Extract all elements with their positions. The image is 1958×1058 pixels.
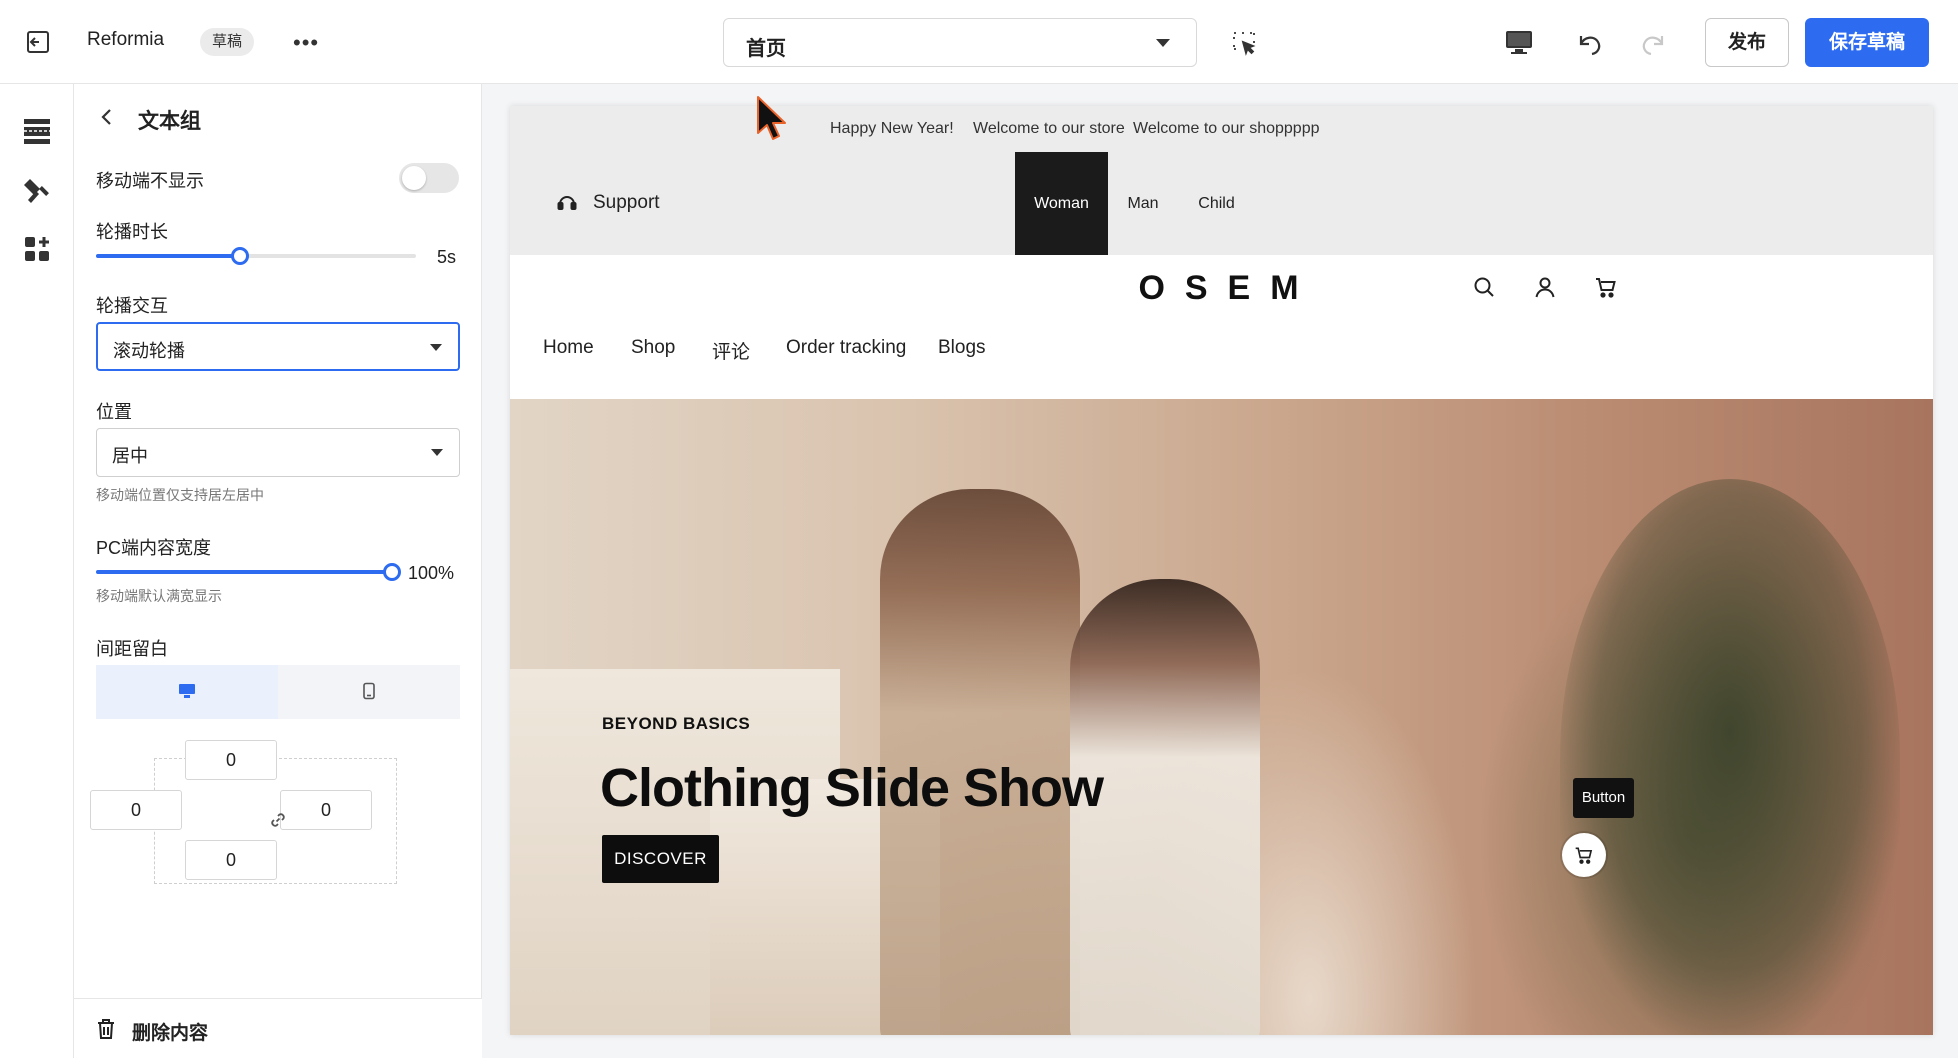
slider-fill	[96, 570, 392, 574]
spacing-right-input[interactable]: 0	[280, 790, 372, 830]
carousel-interaction-label: 轮播交互	[96, 296, 168, 316]
mouse-cursor-icon	[757, 96, 786, 140]
hero-title: Clothing Slide Show	[600, 758, 1104, 818]
redo-icon[interactable]	[1638, 26, 1670, 58]
menu-item-blogs[interactable]: Blogs	[938, 337, 986, 359]
carousel-duration-slider[interactable]	[96, 247, 416, 265]
hero-kicker: BEYOND BASICS	[602, 714, 751, 733]
draft-badge: 草稿	[200, 28, 255, 56]
gender-tab-man[interactable]: Man	[1108, 152, 1178, 255]
apps-add-icon[interactable]	[22, 234, 52, 264]
theme-brush-icon[interactable]	[22, 176, 52, 206]
save-draft-button[interactable]: 保存草稿	[1805, 18, 1929, 67]
spacing-bottom-input[interactable]: 0	[185, 840, 277, 880]
menu-item-order-tracking[interactable]: Order tracking	[786, 337, 906, 359]
carousel-duration-value: 5s	[437, 247, 457, 267]
floating-cart-button[interactable]	[1562, 833, 1606, 877]
top-bar: Reformia 草稿 ••• 首页 发布 保存草稿	[0, 0, 1958, 84]
hide-on-mobile-toggle[interactable]	[399, 163, 459, 193]
support-link[interactable]: Support	[593, 192, 660, 214]
page-selector[interactable]: 首页	[723, 18, 1197, 67]
support-icon	[557, 196, 577, 210]
announcement-item: Welcome to our shoppppp	[1133, 120, 1320, 137]
settings-panel: 文本组 移动端不显示 轮播时长 5s 轮播交互 滚动轮播 位置 居中 移动端位置…	[74, 84, 482, 1058]
site-logo[interactable]: OSEM	[510, 269, 1933, 308]
delete-content-label: 删除内容	[132, 1023, 209, 1044]
menu-item-reviews[interactable]: 评论	[712, 337, 750, 364]
floating-button[interactable]: Button	[1573, 778, 1634, 818]
discover-button[interactable]: DISCOVER	[602, 835, 719, 883]
account-icon[interactable]	[1533, 275, 1557, 299]
carousel-interaction-value: 滚动轮播	[113, 341, 185, 361]
position-value: 居中	[112, 446, 148, 466]
chevron-down-icon	[1156, 39, 1170, 47]
top-navigation: Support Woman Man Child	[510, 152, 1933, 255]
pc-width-slider[interactable]	[96, 563, 401, 581]
panel-title: 文本组	[138, 110, 201, 133]
site-header: OSEM Home Shop 评论 Order tracking Blogs	[510, 255, 1933, 399]
exit-editor-icon[interactable]	[24, 28, 52, 56]
page-selector-value: 首页	[746, 38, 786, 60]
pc-width-label: PC端内容宽度	[96, 538, 212, 558]
chevron-down-icon	[430, 344, 442, 351]
pc-width-value: 100%	[408, 563, 455, 583]
menu-item-home[interactable]: Home	[543, 337, 594, 359]
search-icon[interactable]	[1472, 275, 1496, 299]
gender-tab-woman[interactable]: Woman	[1015, 152, 1108, 255]
back-arrow-icon[interactable]	[98, 106, 116, 128]
announcement-bar: Happy New Year! Welcome to our store Wel…	[510, 106, 1933, 152]
link-icon[interactable]	[268, 810, 288, 830]
slider-fill	[96, 254, 240, 258]
storefront-preview: Happy New Year! Welcome to our store Wel…	[510, 106, 1933, 1035]
chevron-down-icon	[431, 449, 443, 456]
spacing-device-tabs	[96, 665, 460, 719]
slider-thumb[interactable]	[231, 247, 249, 265]
sections-icon[interactable]	[22, 116, 52, 146]
spacing-left-input[interactable]: 0	[90, 790, 182, 830]
hide-on-mobile-label: 移动端不显示	[96, 171, 204, 191]
pc-width-hint: 移动端默认满宽显示	[96, 588, 222, 604]
spacing-desktop-tab[interactable]	[96, 665, 278, 719]
cart-icon[interactable]	[1594, 275, 1618, 299]
announcement-item: Happy New Year!	[830, 120, 954, 137]
position-label: 位置	[96, 402, 132, 422]
announcement-item: Welcome to our store	[973, 120, 1125, 137]
left-rail	[0, 84, 74, 1058]
toggle-knob	[402, 166, 426, 190]
more-options-icon[interactable]: •••	[293, 30, 319, 56]
spacing-label: 间距留白	[96, 639, 168, 659]
carousel-interaction-select[interactable]: 滚动轮播	[96, 322, 460, 371]
menu-item-shop[interactable]: Shop	[631, 337, 675, 359]
hero-image-plant	[1560, 479, 1900, 1035]
store-name: Reformia	[87, 29, 165, 50]
spacing-mobile-tab[interactable]	[278, 665, 460, 719]
position-select[interactable]: 居中	[96, 428, 460, 477]
position-hint: 移动端位置仅支持居左居中	[96, 487, 264, 503]
gender-tab-child[interactable]: Child	[1180, 152, 1253, 255]
preview-canvas: Happy New Year! Welcome to our store Wel…	[482, 84, 1958, 1058]
delete-content-bar[interactable]: 删除内容	[74, 998, 482, 1058]
slider-thumb[interactable]	[383, 563, 401, 581]
hero-slideshow[interactable]: BEYOND BASICS Clothing Slide Show DISCOV…	[510, 399, 1933, 1035]
desktop-preview-icon[interactable]	[1504, 28, 1534, 56]
trash-icon	[98, 1019, 114, 1039]
spacing-top-input[interactable]: 0	[185, 740, 277, 780]
publish-button[interactable]: 发布	[1705, 18, 1789, 67]
carousel-duration-label: 轮播时长	[96, 222, 168, 242]
cart-icon	[1575, 847, 1593, 864]
element-select-icon[interactable]	[1231, 30, 1257, 56]
undo-icon[interactable]	[1573, 26, 1605, 58]
desktop-icon	[179, 684, 195, 698]
mobile-icon	[363, 682, 375, 700]
